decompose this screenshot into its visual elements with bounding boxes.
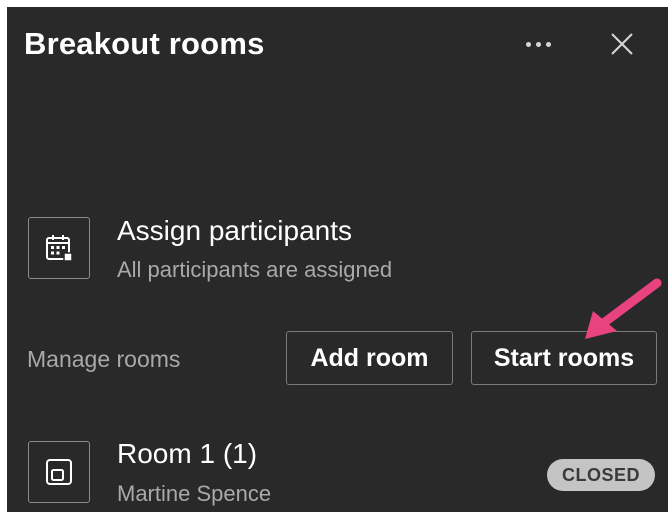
- assign-participants-title[interactable]: Assign participants: [117, 215, 352, 247]
- manage-rooms-label: Manage rooms: [27, 346, 181, 372]
- more-horizontal-icon-dot: [545, 41, 551, 47]
- more-horizontal-icon: [525, 41, 531, 47]
- more-horizontal-icon-dot: [535, 41, 541, 47]
- calendar-grid-icon: [46, 235, 73, 262]
- room-name[interactable]: Room 1 (1): [117, 438, 257, 470]
- assign-participants-tile[interactable]: [28, 217, 90, 279]
- assign-participants-status: All participants are assigned: [117, 257, 393, 282]
- room-tile[interactable]: [28, 441, 90, 503]
- add-room-button[interactable]: Add room: [286, 331, 453, 385]
- room-status-badge: CLOSED: [547, 459, 656, 491]
- close-button[interactable]: [607, 29, 637, 59]
- room-participant: Martine Spence: [117, 481, 272, 506]
- panel-title: Breakout rooms: [24, 26, 265, 61]
- close-icon: [611, 33, 633, 55]
- breakout-rooms-panel: Breakout rooms Assign participants All p…: [7, 7, 668, 512]
- more-options-button[interactable]: [518, 29, 558, 59]
- room-door-icon: [46, 459, 72, 485]
- pink-arrow-annotation: [585, 278, 662, 339]
